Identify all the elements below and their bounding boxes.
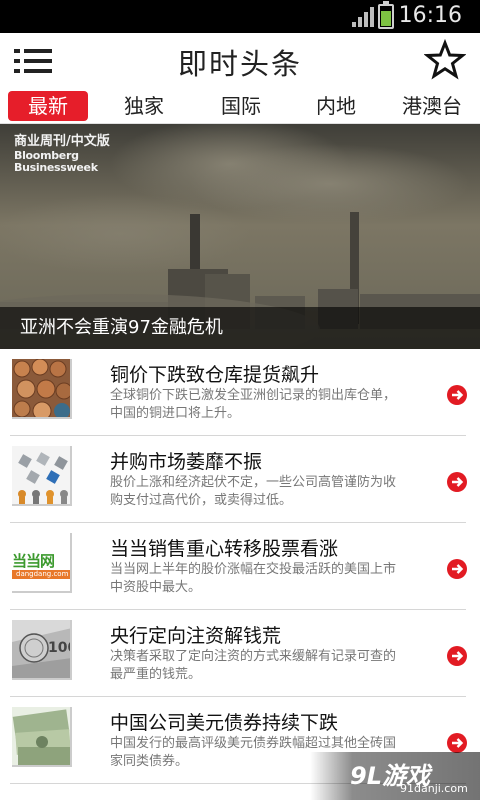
signal-icon [352, 7, 374, 27]
list-item[interactable]: 铜价下跌致仓库提货飙升 全球铜价下跌已激发全亚洲创记录的铜出库仓单，中国的铜进口… [10, 349, 467, 436]
watermark-site: 91danji.com [400, 782, 468, 795]
news-title: 中国公司美元债券持续下跌 [110, 712, 339, 734]
arrow-right-circle-icon[interactable] [447, 733, 467, 753]
publication-logo: 商业周刊/中文版 Bloomberg Businessweek [14, 134, 110, 174]
title-bar: 即时头条 [0, 33, 480, 88]
tab-international[interactable]: 国际 [201, 91, 281, 121]
hero-banner[interactable]: 商业周刊/中文版 Bloomberg Businessweek 亚洲不会重演97… [0, 124, 480, 349]
tab-latest[interactable]: 最新 [8, 91, 88, 121]
news-list: 铜价下跌致仓库提货飙升 全球铜价下跌已激发全亚洲创记录的铜出库仓单，中国的铜进口… [0, 349, 480, 784]
arrow-right-circle-icon[interactable] [447, 385, 467, 405]
watermark: 9L游戏 91danji.com [310, 752, 480, 800]
dangdang-site: dangdang.com [12, 570, 70, 579]
list-item[interactable]: 100 央行定向注资解钱荒 决策者采取了定向注资的方式来缓解有记录可查的最严重的… [10, 610, 467, 697]
status-time: 16:16 [398, 3, 462, 28]
news-title: 央行定向注资解钱荒 [110, 625, 282, 647]
page-title: 即时头条 [177, 47, 302, 81]
news-summary: 股价上涨和经济起伏不定，一些公司高管谨防为收购支付过高代价，或卖得过低。 [110, 475, 397, 508]
news-thumbnail: 100 [12, 620, 72, 680]
arrow-right-circle-icon[interactable] [447, 559, 467, 579]
news-thumbnail [12, 707, 72, 767]
list-item[interactable]: 当当网 dangdang.com 当当销售重心转移股票看涨 当当网上半年的股价涨… [10, 523, 467, 610]
tab-exclusive[interactable]: 独家 [104, 91, 184, 121]
news-title: 当当销售重心转移股票看涨 [110, 538, 339, 560]
tab-mainland[interactable]: 内地 [296, 91, 376, 121]
battery-icon [378, 1, 394, 29]
news-thumbnail [12, 446, 72, 506]
news-thumbnail [12, 359, 72, 419]
news-title: 并购市场萎靡不振 [110, 451, 263, 473]
star-icon[interactable] [424, 39, 466, 81]
dangdang-logo: 当当网 [12, 552, 55, 570]
arrow-right-circle-icon[interactable] [447, 646, 467, 666]
hero-caption: 亚洲不会重演97金融危机 [0, 307, 480, 349]
news-title: 铜价下跌致仓库提货飙升 [110, 364, 320, 386]
arrow-right-circle-icon[interactable] [447, 472, 467, 492]
tab-hk-macau-taiwan[interactable]: 港澳台 [392, 91, 472, 121]
news-summary: 全球铜价下跌已激发全亚洲创记录的铜出库仓单，中国的铜进口将上升。 [110, 388, 397, 421]
category-tabs: 最新 独家 国际 内地 港澳台 [0, 88, 480, 124]
news-thumbnail: 当当网 dangdang.com [12, 533, 72, 593]
svg-text:100: 100 [48, 640, 72, 656]
status-bar: 16:16 [0, 0, 480, 33]
news-summary: 当当网上半年的股价涨幅在交投最活跃的美国上市中资股中最大。 [110, 562, 397, 595]
list-item[interactable]: 并购市场萎靡不振 股价上涨和经济起伏不定，一些公司高管谨防为收购支付过高代价，或… [10, 436, 467, 523]
news-summary: 决策者采取了定向注资的方式来缓解有记录可查的最严重的钱荒。 [110, 649, 397, 682]
